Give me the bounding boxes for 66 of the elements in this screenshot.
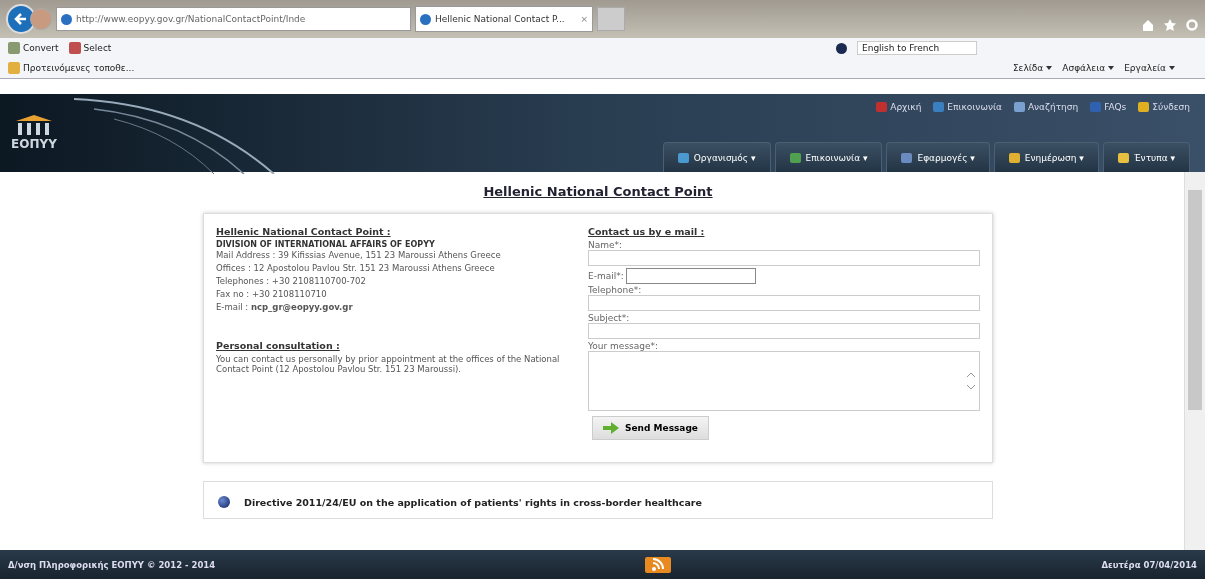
input-field[interactable] bbox=[588, 323, 980, 339]
field-label: Name*: bbox=[588, 240, 624, 250]
toolbar-button[interactable]: Convert bbox=[8, 42, 59, 54]
scroll-down-icon[interactable] bbox=[967, 385, 975, 390]
contact-line: Telephones : +30 2108110700-702 bbox=[216, 275, 367, 288]
send-button[interactable]: Send Message bbox=[592, 416, 709, 440]
scrollbar[interactable] bbox=[1184, 172, 1205, 550]
globe-icon bbox=[218, 496, 230, 508]
favorites-item[interactable]: Προτεινόμενες τοποθε... bbox=[8, 62, 135, 74]
consultation-text: You can contact us personally by prior appointment at the offices of the National Contact Point (12 Apostolou Pavlou Str. 151 23 Maroussi). bbox=[216, 354, 561, 374]
section-heading: Hellenic National Contact Point : bbox=[216, 226, 392, 237]
star-icon[interactable] bbox=[1163, 18, 1177, 32]
menu-tab[interactable]: Εφαρμογές ▾ bbox=[886, 142, 990, 172]
input-field[interactable] bbox=[625, 268, 756, 284]
header-link[interactable]: Επικοινωνία bbox=[933, 102, 1002, 112]
globe-icon bbox=[61, 13, 72, 25]
page-title: Hellenic National Contact Point bbox=[483, 184, 713, 199]
url-text: http://www.eopyy.gov.gr/NationalContactPoint/Inde bbox=[76, 14, 306, 24]
menu-tab[interactable]: Ενημέρωση ▾ bbox=[993, 142, 1099, 172]
header-link[interactable]: Αναζήτηση bbox=[1013, 102, 1079, 112]
input-field[interactable] bbox=[588, 250, 980, 266]
tab-title: Hellenic National Contact P... bbox=[435, 14, 565, 24]
footer-text: Δ/νση Πληροφορικής ΕΟΠΥΥ © 2012 - 2014 bbox=[8, 559, 216, 570]
contact-line: E-mail : ncp_gr@eopyy.gov.gr bbox=[216, 301, 354, 314]
back-button[interactable] bbox=[6, 4, 36, 34]
caret-icon bbox=[1046, 66, 1053, 70]
division-name: DIVISION OF INTERNATIONAL AFFAIRS OF EOPYY bbox=[216, 240, 436, 249]
form-heading: Contact us by e mail : bbox=[588, 226, 706, 237]
close-icon[interactable]: × bbox=[580, 14, 588, 24]
logo[interactable]: ΕΟΠΥΥ bbox=[0, 94, 64, 172]
menu-tab[interactable]: Έντυπα ▾ bbox=[1102, 142, 1190, 172]
translate-dropdown[interactable]: English to French bbox=[857, 41, 977, 55]
text-area[interactable] bbox=[588, 351, 980, 411]
globe-icon bbox=[836, 42, 847, 54]
forward-button[interactable] bbox=[30, 8, 52, 30]
field-label: Subject*: bbox=[588, 313, 631, 323]
new-tab-button[interactable] bbox=[597, 7, 625, 31]
caret-icon bbox=[1169, 66, 1175, 70]
command-menu[interactable]: Ασφάλεια bbox=[1062, 63, 1115, 73]
scroll-up-icon[interactable] bbox=[967, 372, 975, 377]
field-label: Your message*: bbox=[588, 341, 660, 351]
arrow-icon bbox=[603, 422, 619, 434]
browser-tab[interactable]: Hellenic National Contact P... × bbox=[415, 6, 593, 32]
menu-tab[interactable]: Επικοινωνία ▾ bbox=[774, 142, 883, 172]
command-menu[interactable]: Εργαλεία bbox=[1124, 63, 1175, 73]
caret-icon bbox=[1108, 66, 1115, 70]
header-link[interactable]: FAQs bbox=[1090, 102, 1127, 112]
contact-line: Offices : 12 Apostolou Pavlou Str. 151 23 Maroussi Athens Greece bbox=[216, 262, 496, 275]
globe-icon bbox=[420, 13, 431, 25]
section-heading: Personal consultation : bbox=[216, 340, 341, 351]
contact-line: Mail Address : 39 Kifissias Avenue, 151 23 Maroussi Athens Greece bbox=[216, 249, 502, 262]
logo-text: ΕΟΠΥΥ bbox=[11, 137, 57, 151]
home-icon[interactable] bbox=[1141, 18, 1155, 32]
menu-tab[interactable]: Οργανισμός ▾ bbox=[662, 142, 771, 172]
command-menu[interactable]: Σελίδα bbox=[1012, 63, 1053, 73]
footer-date: Δευτέρα 07/04/2014 bbox=[1101, 559, 1197, 570]
rss-icon[interactable] bbox=[645, 556, 672, 573]
toolbar-button[interactable]: Select bbox=[68, 42, 112, 54]
input-field[interactable] bbox=[588, 295, 980, 311]
field-label: E-mail*: bbox=[588, 271, 624, 281]
header-link[interactable]: Σύνδεση bbox=[1138, 102, 1190, 112]
address-bar[interactable]: http://www.eopyy.gov.gr/NationalContactPoint/Inde bbox=[56, 7, 411, 31]
header-link[interactable]: Αρχική bbox=[876, 102, 922, 112]
directive-link[interactable]: Directive 2011/24/EU on the application of patients' rights in cross-border healthcare bbox=[244, 496, 702, 508]
field-label: Telephone*: bbox=[588, 285, 643, 295]
contact-line: Fax no : +30 2108110710 bbox=[216, 288, 328, 301]
